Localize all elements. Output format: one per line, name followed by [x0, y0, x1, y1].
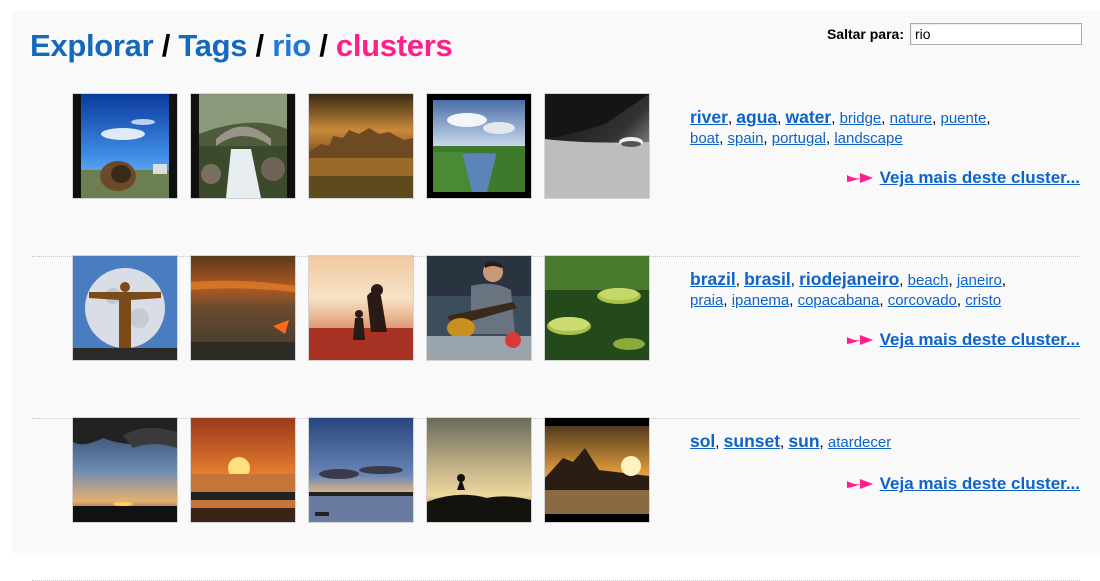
- photo-thumbnail[interactable]: [73, 256, 177, 360]
- breadcrumb-tag-link[interactable]: rio: [272, 28, 311, 63]
- arrow-right-icon: [846, 173, 873, 183]
- tag-link[interactable]: river: [690, 107, 728, 127]
- jump-label: Saltar para:: [826, 26, 904, 42]
- photo-thumbnail[interactable]: [545, 94, 649, 198]
- tag-link[interactable]: water: [786, 107, 832, 127]
- tag-link[interactable]: sol: [690, 431, 715, 451]
- page-title: clusters: [335, 28, 453, 63]
- tag-link[interactable]: brazil: [690, 269, 736, 289]
- photo-thumbnail[interactable]: [73, 418, 177, 522]
- cluster-more: Veja mais deste cluster...: [846, 168, 1080, 188]
- jump-to-tag: Saltar para:: [827, 23, 1082, 45]
- tag-link[interactable]: nature: [890, 110, 933, 127]
- see-more-link[interactable]: Veja mais deste cluster...: [880, 330, 1080, 350]
- jump-input[interactable]: [910, 23, 1082, 45]
- cluster-more: Veja mais deste cluster...: [846, 330, 1080, 350]
- cluster-more: Veja mais deste cluster...: [846, 474, 1080, 494]
- cluster: river, agua, water, bridge, nature, puen…: [32, 94, 1080, 257]
- tag-link[interactable]: copacabana: [798, 292, 880, 309]
- cluster: sol, sunset, sun, atardecer Veja mais de…: [32, 418, 1080, 581]
- photo-thumbnail[interactable]: [545, 418, 649, 522]
- see-more-link[interactable]: Veja mais deste cluster...: [880, 168, 1080, 188]
- photo-thumbnail[interactable]: [427, 256, 531, 360]
- tag-link[interactable]: ipanema: [732, 292, 790, 309]
- photo-thumbnail[interactable]: [73, 94, 177, 198]
- arrow-right-icon: [846, 335, 873, 345]
- breadcrumb-separator: /: [255, 28, 265, 63]
- cluster-tags: brazil, brasil, riodejaneiro, beach, jan…: [690, 269, 1007, 309]
- photo-thumbnail[interactable]: [545, 256, 649, 360]
- photo-thumbnail[interactable]: [427, 94, 531, 198]
- photo-thumbnail[interactable]: [427, 418, 531, 522]
- tag-link[interactable]: spain: [728, 130, 764, 147]
- tag-link[interactable]: bridge: [840, 110, 882, 127]
- tag-link[interactable]: puente: [941, 110, 987, 127]
- photo-thumbnail[interactable]: [309, 256, 413, 360]
- breadcrumb-explore-link[interactable]: Explorar: [30, 28, 154, 63]
- cluster-tags: sol, sunset, sun, atardecer: [690, 431, 892, 451]
- tag-link[interactable]: sun: [788, 431, 819, 451]
- tag-link[interactable]: riodejaneiro: [799, 269, 899, 289]
- photo-thumbnail[interactable]: [309, 94, 413, 198]
- breadcrumb: Explorar / Tags / rio / clusters: [30, 26, 453, 66]
- photo-thumbnail[interactable]: [309, 418, 413, 522]
- cluster-tags: river, agua, water, bridge, nature, puen…: [690, 107, 991, 147]
- tag-link[interactable]: beach: [908, 272, 949, 289]
- tag-link[interactable]: landscape: [834, 130, 902, 147]
- tag-link[interactable]: atardecer: [828, 434, 891, 451]
- photo-thumbnail[interactable]: [191, 94, 295, 198]
- breadcrumb-separator: /: [319, 28, 328, 63]
- tag-link[interactable]: boat: [690, 130, 719, 147]
- see-more-link[interactable]: Veja mais deste cluster...: [880, 474, 1080, 494]
- tag-link[interactable]: portugal: [772, 130, 826, 147]
- breadcrumb-tags-link[interactable]: Tags: [178, 28, 247, 63]
- arrow-right-icon: [846, 479, 873, 489]
- tag-link[interactable]: sunset: [724, 431, 780, 451]
- tag-link[interactable]: praia: [690, 292, 723, 309]
- tag-link[interactable]: janeiro: [957, 272, 1002, 289]
- breadcrumb-separator: /: [161, 28, 171, 63]
- tag-link[interactable]: brasil: [744, 269, 791, 289]
- photo-thumbnail[interactable]: [191, 418, 295, 522]
- tag-link[interactable]: cristo: [965, 292, 1001, 309]
- photo-thumbnail[interactable]: [191, 256, 295, 360]
- page: Explorar / Tags / rio / clusters Saltar …: [12, 10, 1100, 581]
- tag-link[interactable]: corcovado: [888, 292, 957, 309]
- tag-link[interactable]: agua: [736, 107, 777, 127]
- cluster: brazil, brasil, riodejaneiro, beach, jan…: [32, 256, 1080, 419]
